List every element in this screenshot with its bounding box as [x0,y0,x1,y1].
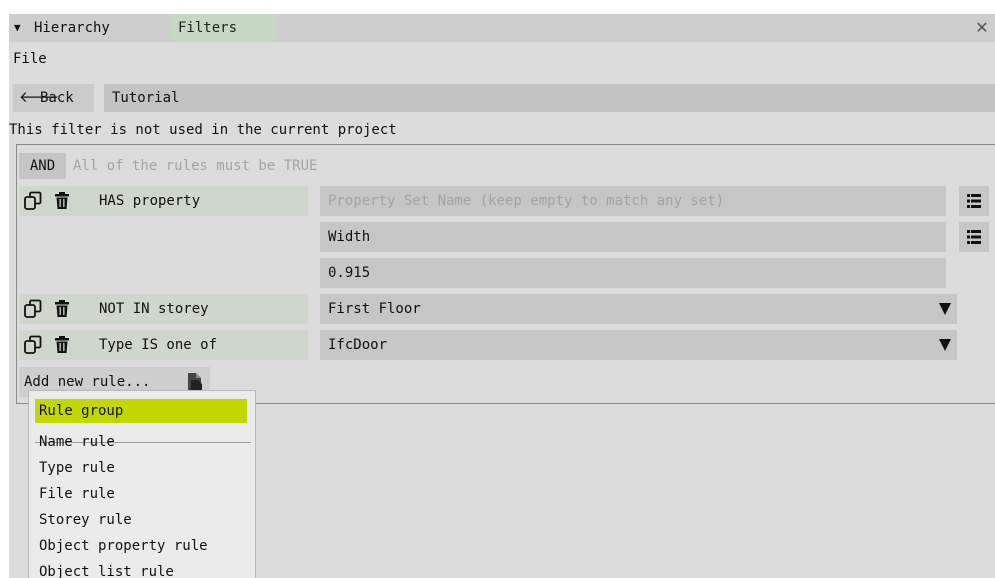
list-icon [967,230,981,244]
chevron-down-icon[interactable]: ▼ [14,14,21,42]
list-icon [967,194,981,208]
tab-filters-label: Filters [178,20,238,36]
menu-item-type-rule[interactable]: Type rule [39,456,115,480]
property-set-placeholder: Property Set Name (keep empty to match a… [328,193,725,209]
copy-icon[interactable] [23,335,43,355]
usage-notice: This filter is not used in the current p… [9,122,397,138]
storey-select[interactable]: First Floor [320,294,957,324]
group-operator-description: All of the rules must be TRUE [73,158,318,174]
property-name-input[interactable]: Width [320,222,946,252]
rule-has-property: HAS property [19,186,308,216]
copy-icon[interactable] [23,299,43,319]
property-value: 0.915 [328,265,371,281]
tab-hierarchy[interactable]: ▼ Hierarchy [9,14,169,42]
add-rule-dropdown: Rule group Name rule Type rule File rule… [28,390,256,578]
menu-file[interactable]: File [13,47,47,71]
property-name-list-button[interactable] [959,222,989,252]
menu-item-rule-group[interactable]: Rule group [35,399,247,423]
rule-label-text: Type IS one of [99,337,218,353]
combo-arrow-icon [939,339,951,351]
trash-icon[interactable] [52,335,72,355]
copy-icon[interactable] [23,191,43,211]
rule-label-text: NOT IN storey [99,301,209,317]
menu-item-object-property-rule[interactable]: Object property rule [39,534,208,558]
menu-item-storey-rule[interactable]: Storey rule [39,508,132,532]
type-select-value: IfcDoor [328,337,388,353]
group-operator-button[interactable]: AND [19,153,66,179]
tab-hierarchy-label: Hierarchy [34,20,110,36]
trash-icon[interactable] [52,191,72,211]
property-name-value: Width [328,229,371,245]
close-icon[interactable]: ✕ [971,14,993,42]
tab-filters[interactable]: Filters [170,14,276,42]
filters-panel: ▼ Hierarchy Filters ✕ File 🡐 Back Tutori… [9,14,995,578]
rule-label-text: HAS property [99,193,201,209]
storey-select-value: First Floor [328,301,421,317]
type-select[interactable]: IfcDoor [320,330,957,360]
combo-arrow-icon [939,303,951,315]
property-set-input[interactable]: Property Set Name (keep empty to match a… [320,186,946,216]
back-button[interactable]: 🡐 Back [13,84,94,112]
rule-not-in-storey: NOT IN storey [19,294,308,324]
filter-name-field[interactable]: Tutorial [104,84,995,112]
menu-item-file-rule[interactable]: File rule [39,482,115,506]
menu-item-name-rule[interactable]: Name rule [39,430,115,454]
property-value-input[interactable]: 0.915 [320,258,946,288]
property-set-list-button[interactable] [959,186,989,216]
filter-name-value: Tutorial [112,90,180,106]
back-button-label: Back [40,90,74,106]
trash-icon[interactable] [52,299,72,319]
rule-type-is-one-of: Type IS one of [19,330,308,360]
menu-item-object-list-rule[interactable]: Object list rule [39,560,174,578]
tab-bar: ▼ Hierarchy Filters ✕ [9,14,995,42]
